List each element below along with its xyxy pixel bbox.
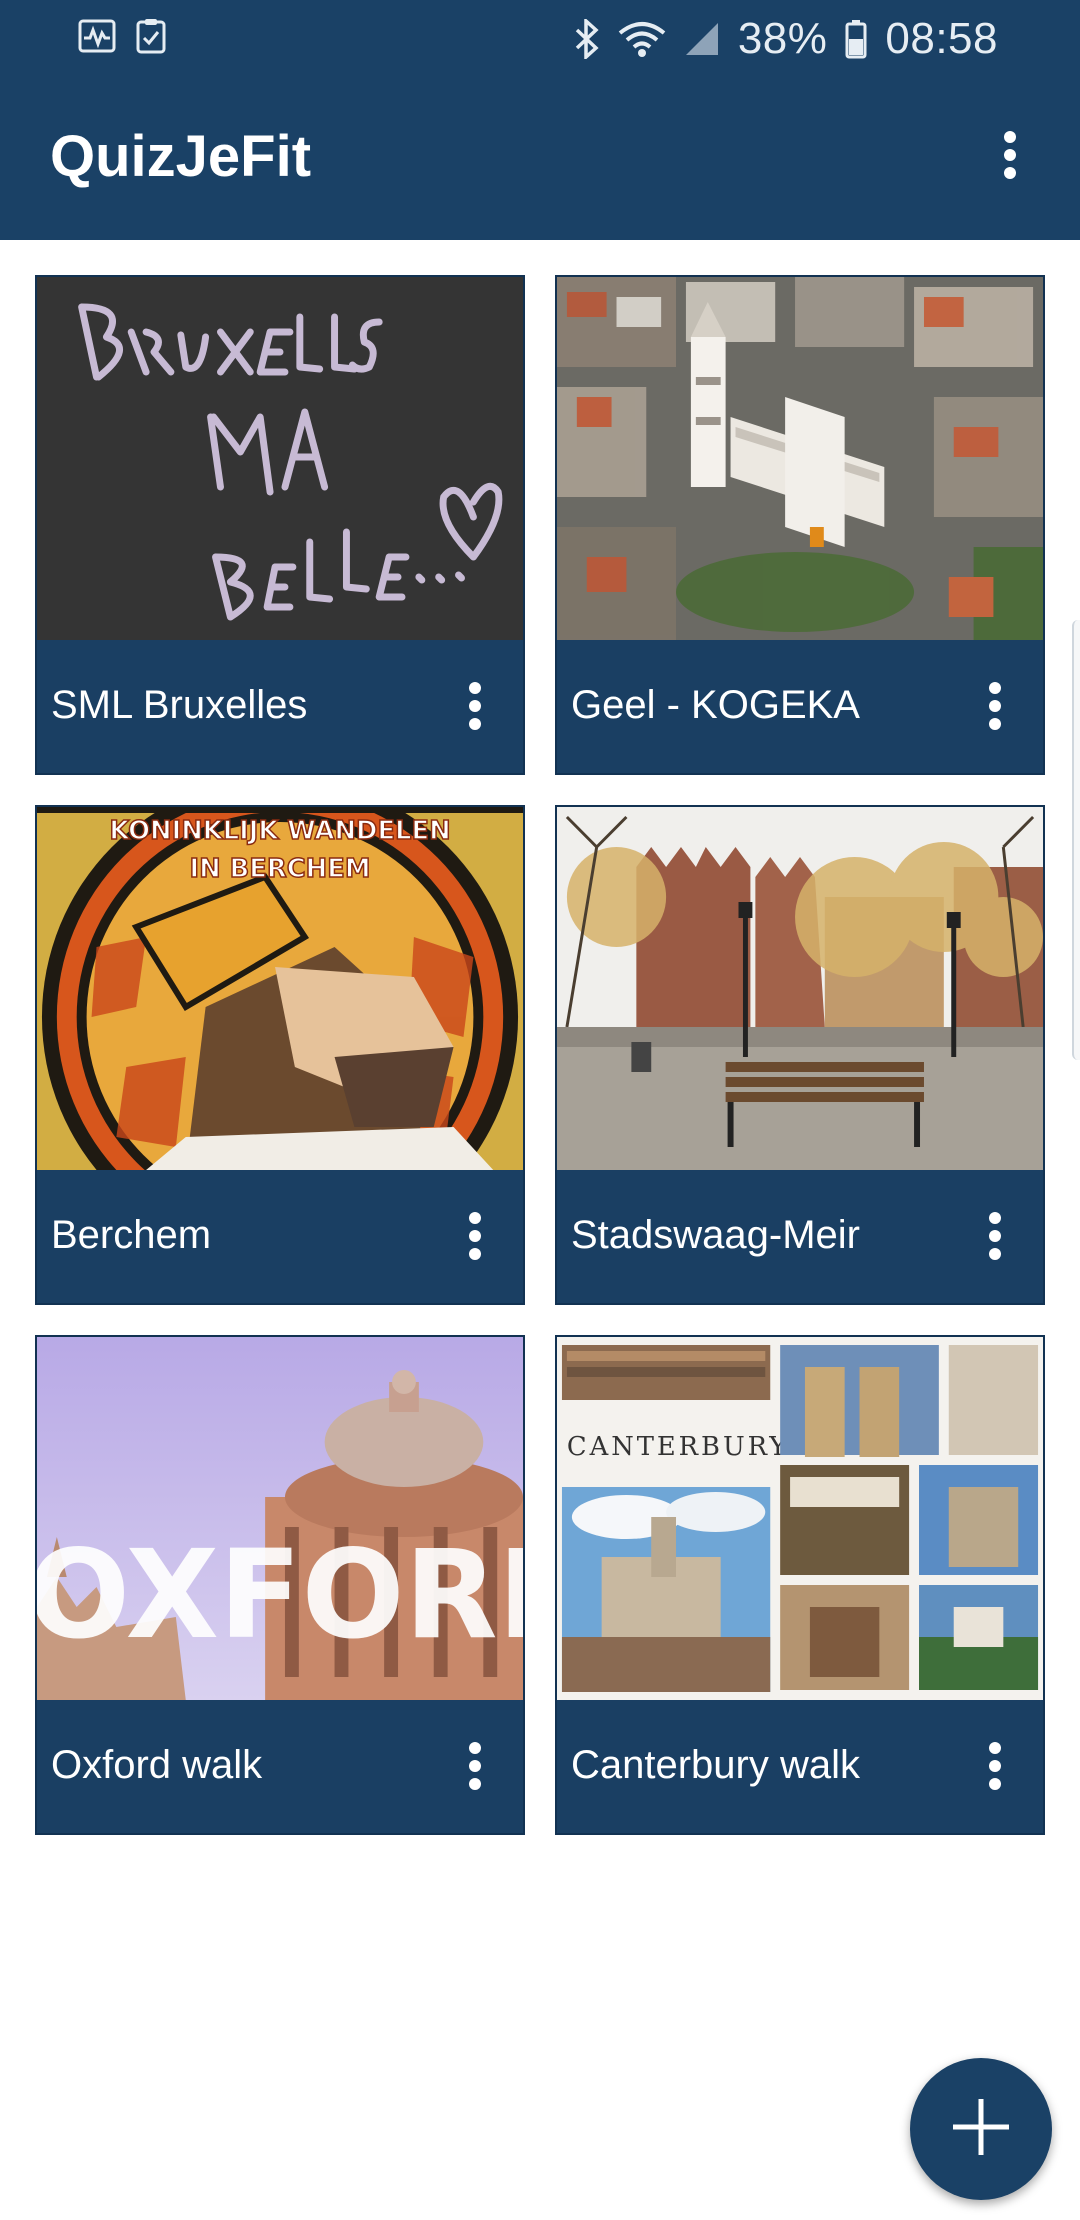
add-quiz-button[interactable] — [910, 2058, 1052, 2200]
edge-panel-handle[interactable] — [1072, 620, 1080, 1060]
add-icon — [949, 2095, 1013, 2164]
quiz-card-geel-kogeka[interactable]: Geel - KOGEKA — [555, 275, 1045, 775]
app-title: QuizJeFit — [50, 124, 312, 189]
card-more-vert-icon[interactable] — [455, 1731, 495, 1801]
card-more-vert-icon[interactable] — [455, 671, 495, 741]
card-title: Canterbury walk — [571, 1743, 861, 1787]
image-caption-line2: IN BERCHEM — [190, 854, 371, 884]
card-more-vert-icon[interactable] — [455, 1201, 495, 1271]
card-title: Geel - KOGEKA — [571, 683, 860, 727]
activity-monitor-icon — [78, 18, 116, 54]
quiz-grid: SML Bruxelles Geel - KOGEKA KONINKLIJK W… — [35, 275, 1045, 1835]
more-vert-icon[interactable] — [980, 115, 1040, 195]
clock: 08:58 — [885, 14, 998, 63]
quiz-card-stadswaag-meir[interactable]: Stadswaag-Meir — [555, 805, 1045, 1305]
image-caption: CANTERBURY — [567, 1432, 789, 1462]
image-caption-line1: KONINKLIJK WANDELEN — [109, 816, 450, 846]
image-caption: OXFORD — [37, 1524, 523, 1667]
wifi-icon — [618, 19, 666, 59]
battery-percent: 38% — [737, 14, 828, 63]
card-more-vert-icon[interactable] — [975, 671, 1015, 741]
oxford-radcliffe-image: OXFORD — [37, 1337, 523, 1700]
card-more-vert-icon[interactable] — [975, 1201, 1015, 1271]
aerial-geel-church-image — [557, 277, 1043, 640]
stained-glass-berchem-image: KONINKLIJK WANDELEN IN BERCHEM — [37, 807, 523, 1170]
card-title: Berchem — [51, 1213, 212, 1257]
card-more-vert-icon[interactable] — [975, 1731, 1015, 1801]
card-title: Oxford walk — [51, 1743, 263, 1787]
canterbury-postcard-image: CANTERBURY — [557, 1337, 1043, 1700]
card-title: Stadswaag-Meir — [571, 1213, 861, 1257]
bluetooth-icon — [574, 19, 600, 59]
quiz-card-canterbury-walk[interactable]: CANTERBURY Canterbury walk — [555, 1335, 1045, 1835]
app-bar: QuizJeFit — [0, 75, 1080, 240]
signal-icon — [684, 21, 720, 57]
chalkboard-bruxelles-image — [37, 277, 523, 640]
square-bench-image — [557, 807, 1043, 1170]
quiz-card-oxford-walk[interactable]: OXFORD Oxford walk — [35, 1335, 525, 1835]
quiz-card-berchem[interactable]: KONINKLIJK WANDELEN IN BERCHEM Berchem — [35, 805, 525, 1305]
card-title: SML Bruxelles — [51, 683, 308, 727]
clipboard-check-icon — [136, 18, 174, 54]
status-bar: 38% 08:58 — [0, 0, 1080, 75]
battery-icon — [845, 19, 867, 59]
quiz-card-sml-bruxelles[interactable]: SML Bruxelles — [35, 275, 525, 775]
